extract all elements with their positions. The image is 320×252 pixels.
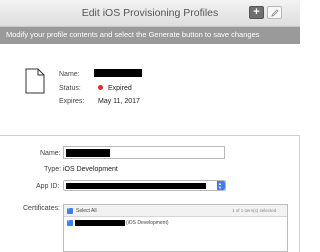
select-all-checkbox[interactable] (67, 206, 73, 214)
summary-status-label: Status: (59, 85, 81, 92)
select-arrows-icon: ▲ ▼ (217, 181, 225, 190)
name-input-redacted (66, 149, 110, 157)
name-label: Name: (40, 150, 61, 157)
summary-expires-value: May 11, 2017 (98, 98, 140, 105)
plus-icon: + (253, 6, 260, 18)
summary-name-label: Name: (59, 71, 80, 78)
banner-text: Modify your profile contents and select … (6, 30, 260, 39)
certificates-list: Select All 1 of 1 item(s) selected (iOS … (63, 204, 288, 252)
add-button[interactable]: + (249, 6, 264, 19)
app-id-redacted (66, 183, 206, 189)
app-id-label: App ID: (36, 183, 60, 190)
status-indicator-dot (98, 85, 103, 90)
right-border (299, 135, 300, 252)
selected-count: 1 of 1 item(s) selected (232, 208, 277, 213)
pencil-icon (271, 9, 279, 17)
instructions-banner: Modify your profile contents and select … (0, 27, 300, 44)
app-id-select[interactable]: ▲ ▼ (63, 180, 226, 191)
certificate-name-redacted (75, 220, 125, 226)
section-divider (0, 135, 300, 136)
edit-button[interactable] (267, 6, 282, 19)
summary-status-value: Expired (108, 85, 132, 92)
summary-expires-label: Expires: (59, 98, 85, 105)
select-all-label: Select All (76, 208, 97, 214)
certificate-checkbox[interactable] (67, 218, 73, 226)
certificates-header: Select All 1 of 1 item(s) selected (64, 205, 287, 217)
type-label: Type: (44, 166, 62, 173)
certificate-type: (iOS Development) (126, 220, 169, 226)
summary-name-redacted (94, 69, 142, 77)
certificates-label: Certificates: (23, 205, 60, 212)
name-input[interactable] (63, 146, 225, 159)
type-value: iOS Development (63, 166, 118, 173)
document-icon (25, 68, 45, 94)
title-bar: Edit iOS Provisioning Profiles + (0, 0, 300, 27)
